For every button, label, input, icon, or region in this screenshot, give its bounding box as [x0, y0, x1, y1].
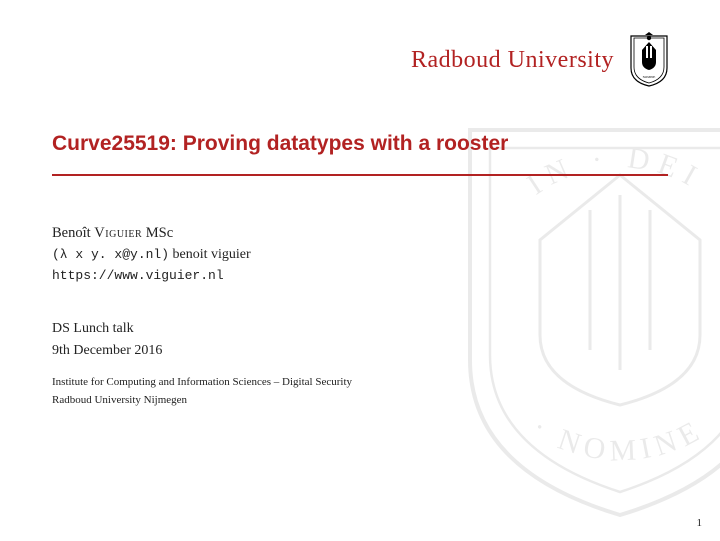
- author-email-line: (λ x y. x@y.nl) benoit viguier: [52, 244, 251, 266]
- author-degree: MSc: [146, 225, 173, 241]
- author-surname: Viguier: [94, 225, 142, 241]
- affiliation-block: Institute for Computing and Information …: [52, 374, 352, 409]
- affiliation-line1: Institute for Computing and Information …: [52, 374, 352, 392]
- title-block: Curve25519: Proving datatypes with a roo…: [52, 132, 668, 176]
- event-date: 9th December 2016: [52, 340, 162, 362]
- author-first: Benoît: [52, 225, 91, 241]
- author-url: https://www.viguier.nl: [52, 266, 251, 286]
- svg-text:· NOMINE: · NOMINE: [527, 411, 710, 468]
- email-lambda: (λ x y. x@y.nl): [52, 247, 169, 262]
- university-logo-icon: NOMINE: [628, 32, 670, 88]
- title-rule: [52, 174, 668, 176]
- author-name-line: Benoît Viguier MSc: [52, 222, 251, 244]
- affiliation-line2: Radboud University Nijmegen: [52, 392, 352, 410]
- event-block: DS Lunch talk 9th December 2016: [52, 318, 162, 361]
- svg-text:NOMINE: NOMINE: [643, 75, 656, 79]
- watermark-shield-icon: IN · DEI · NOMINE: [460, 120, 720, 520]
- university-name: Radboud University: [411, 47, 614, 74]
- email-name: benoit viguier: [173, 247, 251, 262]
- header: Radboud University NOMINE: [411, 32, 670, 88]
- slide-title: Curve25519: Proving datatypes with a roo…: [52, 132, 668, 156]
- event-name: DS Lunch talk: [52, 318, 162, 340]
- page-number: 1: [697, 517, 703, 529]
- author-block: Benoît Viguier MSc (λ x y. x@y.nl) benoi…: [52, 222, 251, 286]
